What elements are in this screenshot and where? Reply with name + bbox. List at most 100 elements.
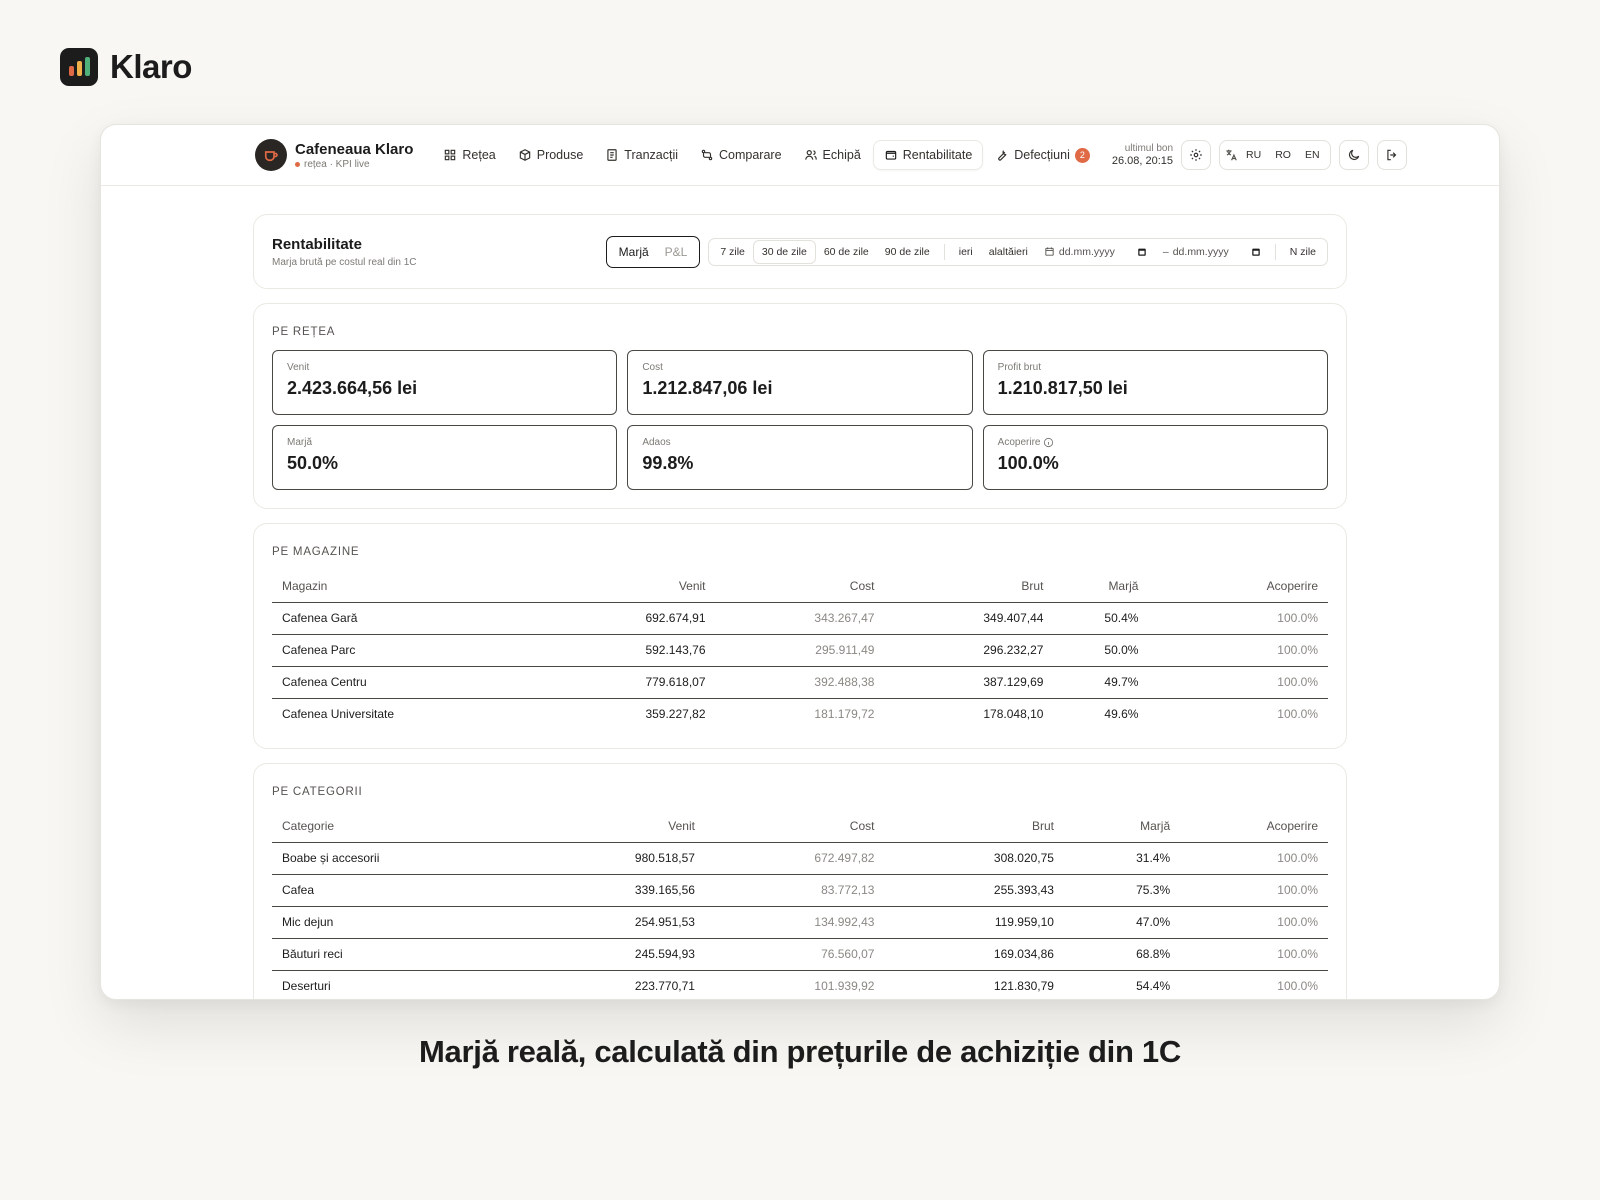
table-row[interactable]: Cafenea Universitate 359.227,82 181.179,72… (272, 698, 1328, 730)
shop-switcher[interactable]: Cafeneaua Klaro rețea · KPI live (255, 139, 413, 171)
column-header[interactable]: Venit (588, 570, 716, 603)
nav-echipa[interactable]: Echipă (794, 141, 871, 169)
cell-venit: 592.143,76 (588, 634, 716, 667)
kpi-profit-brut: Profit brut 1.210.817,50 lei (982, 350, 1328, 415)
calendar-picker-icon (1251, 248, 1260, 256)
column-header[interactable]: Cost (715, 570, 885, 603)
cell-marja: 54.4% (1136, 979, 1171, 994)
table-row[interactable]: Cafenea Parc 592.143,76 295.911,49 296.232,… (272, 634, 1328, 667)
last-receipt-info: ultimul bon 26.08, 20:15 (1112, 142, 1173, 168)
cell-venit: 359.227,82 (645, 707, 706, 722)
stores-table: Magazin Venit Cost Brut Marjă Acoperire … (272, 570, 1328, 730)
range-7[interactable]: 7 zile (712, 241, 753, 263)
cell-name: Cafenea Universitate (282, 707, 395, 722)
date-from-field[interactable]: dd.mm.yyyy (1036, 246, 1155, 258)
range-ieri[interactable]: ieri (951, 241, 981, 263)
brand-name: Klaro (110, 48, 192, 85)
kpi-marja: Marjă 50.0% (272, 425, 618, 490)
top-navbar: Cafeneaua Klaro rețea · KPI live Rețea P… (101, 125, 1499, 186)
dark-mode-button[interactable] (1338, 140, 1369, 170)
nav-retea[interactable]: Rețea (433, 141, 505, 169)
language-switcher: RU RO EN (1219, 140, 1331, 170)
page-subtitle: Marja brută pe costul real din 1C (272, 256, 417, 268)
date-to-field[interactable]: – dd.mm.yyyy (1155, 246, 1269, 258)
column-header[interactable]: Cost (704, 810, 885, 843)
table-row[interactable]: Deserturi 223.770,71 101.939,92 121.830,79 5… (272, 970, 1328, 999)
kpi-value: 50.0% (287, 453, 339, 473)
logout-button[interactable] (1376, 140, 1407, 170)
table-row[interactable]: Cafenea Gară 692.674,91 343.267,47 349.407,… (272, 602, 1328, 635)
categories-card: PE CATEGORII Categorie Venit Cost Brut M… (253, 763, 1347, 999)
column-header[interactable]: Categorie (272, 810, 579, 843)
main-content: Rentabilitate Marja brută pe costul real… (101, 186, 1499, 999)
range-90[interactable]: 90 de zile (877, 241, 938, 263)
grid-icon (445, 149, 456, 161)
column-header[interactable]: Acoperire (1180, 810, 1328, 843)
column-header[interactable]: Venit (578, 810, 705, 843)
cell-venit: 339.165,56 (578, 874, 705, 907)
nav-label: Defecțiuni (1014, 148, 1070, 162)
range-60[interactable]: 60 de zile (816, 241, 877, 263)
column-header[interactable]: Marjă (1053, 570, 1149, 603)
column-header[interactable]: Acoperire (1148, 570, 1328, 603)
wallet-icon (885, 150, 897, 160)
lang-en[interactable]: EN (1299, 149, 1326, 161)
column-header[interactable]: Marjă (1063, 810, 1181, 843)
table-row[interactable]: Boabe și accesorii 980.518,57 672.497,82 30… (272, 842, 1328, 875)
cell-marja: 68.8% (1063, 938, 1181, 971)
cell-brut: 308.020,75 (884, 842, 1064, 875)
network-card: PE REȚEA Venit 2.423.664,56 lei Cost 1.2… (253, 303, 1347, 509)
nav-label: Rentabilitate (902, 148, 973, 162)
column-header[interactable]: Magazin (272, 570, 589, 603)
cell-brut: 255.393,43 (884, 874, 1064, 907)
cell-cost: 343.267,47 (715, 602, 885, 635)
nav-label: Comparare (719, 148, 782, 162)
cell-name: Mic dejun (272, 906, 579, 939)
nav-defectiuni[interactable]: Defecțiuni 2 (985, 141, 1100, 170)
mode-marja[interactable]: Marjă (619, 245, 649, 259)
date-to-placeholder: dd.mm.yyyy (1172, 245, 1229, 258)
lang-ro[interactable]: RO (1269, 149, 1297, 161)
range-30[interactable]: 30 de zile (752, 239, 816, 264)
cell-name: Cafenea Parc (272, 634, 589, 667)
kpi-label-row: Acoperire (998, 437, 1313, 448)
cell-acoperire: 100.0% (1180, 874, 1328, 907)
nav-tranzactii[interactable]: Tranzacții (595, 141, 688, 169)
kpi-label: Venit (287, 362, 310, 373)
cell-cost: 101.939,92 (814, 979, 875, 994)
section-label: PE MAGAZINE (272, 546, 360, 558)
nav-label: Tranzacții (624, 148, 679, 162)
info-icon[interactable] (1043, 437, 1054, 448)
cell-marja: 50.0% (1053, 634, 1149, 667)
kpi-adaos: Adaos 99.8% (627, 425, 973, 490)
table-row[interactable]: Băuturi reci 245.594,93 76.560,07 169.034,8… (272, 938, 1328, 971)
users-icon (804, 150, 817, 160)
cell-marja: 47.0% (1063, 906, 1181, 939)
column-header[interactable]: Brut (884, 570, 1054, 603)
table-row[interactable]: Cafea 339.165,56 83.772,13 255.393,43 75.3% 1… (272, 874, 1328, 907)
caption: Marjă reală, calculată din prețurile de … (419, 1034, 1181, 1069)
nav-comparare[interactable]: Comparare (690, 141, 792, 169)
cell-cost: 295.911,49 (715, 634, 885, 667)
lang-ru[interactable]: RU (1240, 149, 1267, 161)
range-n-days[interactable]: N zile (1282, 241, 1324, 263)
main-nav: Rețea Produse Tranzacții Comparare Echip… (433, 140, 1100, 170)
column-header[interactable]: Brut (884, 810, 1064, 843)
date-range-picker: 7 zile 30 de zile 60 de zile 90 de zile … (708, 237, 1328, 266)
range-alaltaieri[interactable]: alaltăieri (981, 241, 1036, 263)
mode-pl[interactable]: P&L (665, 245, 688, 259)
kpi-value: 1.212.847,06 lei (642, 378, 773, 398)
nav-rentabilitate[interactable]: Rentabilitate (872, 140, 984, 170)
settings-button[interactable] (1181, 140, 1212, 170)
table-row[interactable]: Mic dejun 254.951,53 134.992,43 119.959,10 4… (272, 906, 1328, 939)
page-title: Rentabilitate (272, 235, 363, 253)
categories-table: Categorie Venit Cost Brut Marjă Acoperir… (272, 810, 1328, 999)
cell-acoperire: 100.0% (1180, 842, 1328, 875)
nav-produse[interactable]: Produse (508, 141, 594, 169)
app-window: Cafeneaua Klaro rețea · KPI live Rețea P… (100, 124, 1500, 1000)
kpi-grid: Venit 2.423.664,56 lei Cost 1.212.847,06… (254, 350, 1346, 508)
kpi-value: 2.423.664,56 lei (287, 378, 418, 398)
cell-cost: 83.772,13 (704, 874, 885, 907)
cell-venit: 245.594,93 (578, 938, 705, 971)
table-row[interactable]: Cafenea Centru 779.618,07 392.488,38 387.12… (272, 666, 1328, 699)
